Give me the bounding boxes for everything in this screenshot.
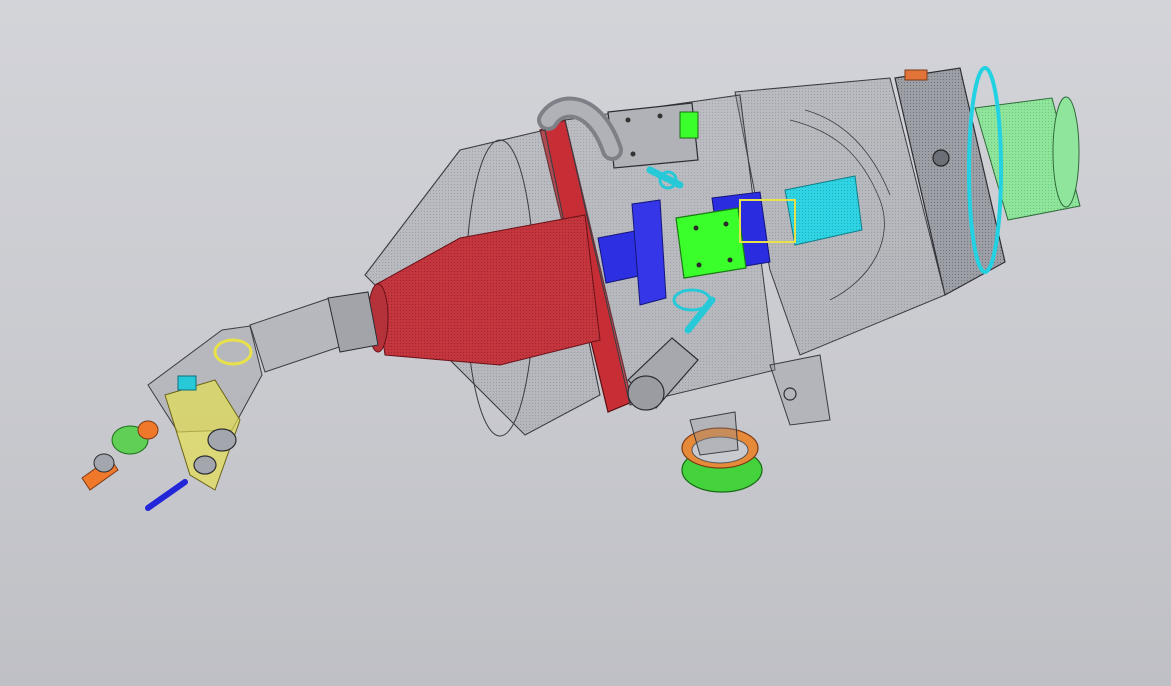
inlet-tube[interactable] [249, 291, 379, 373]
small-nozzle-parts[interactable] [81, 420, 159, 491]
green-clamp-ring[interactable] [681, 411, 763, 493]
3d-viewport[interactable] [0, 0, 1171, 686]
top-bracket-plate[interactable] [607, 102, 699, 169]
blue-pin[interactable] [145, 479, 188, 511]
mounting-foot[interactable] [769, 354, 831, 426]
cad-assembly-model[interactable] [0, 0, 1171, 686]
